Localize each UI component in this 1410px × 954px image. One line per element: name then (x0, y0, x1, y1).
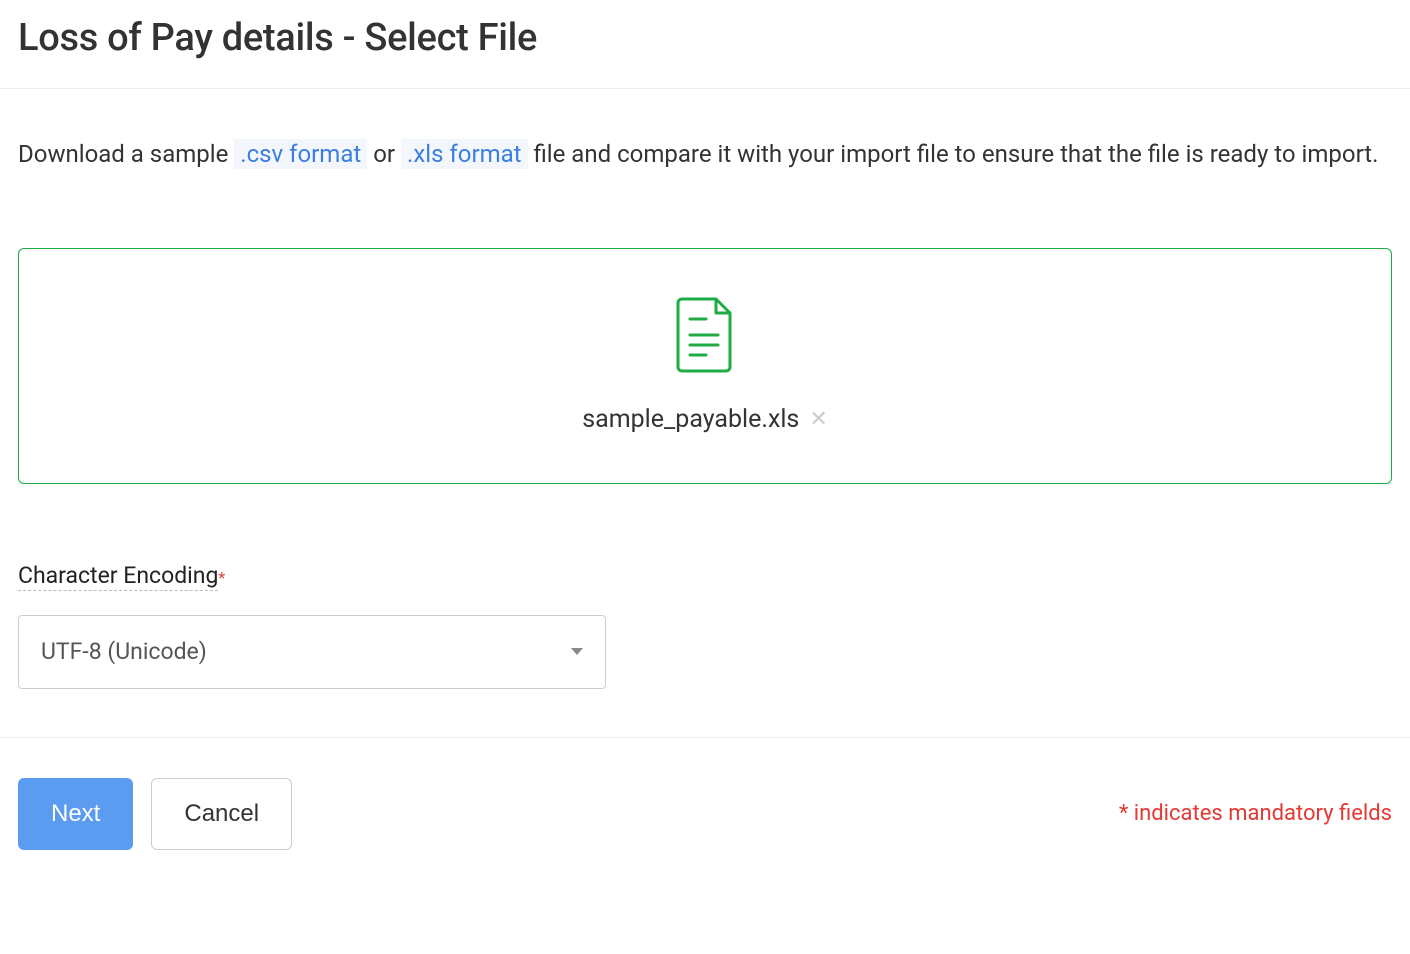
uploaded-file-name: sample_payable.xls (582, 405, 799, 434)
description-mid: or (373, 140, 401, 168)
next-button[interactable]: Next (18, 778, 133, 850)
remove-file-icon[interactable]: ✕ (809, 409, 827, 431)
chevron-down-icon (571, 648, 583, 655)
xls-format-link[interactable]: .xls format (401, 139, 528, 169)
file-icon (676, 297, 734, 377)
button-row: Next Cancel (18, 778, 292, 850)
encoding-label: Character Encoding (18, 562, 218, 591)
encoding-select[interactable]: UTF-8 (Unicode) (18, 615, 606, 689)
encoding-field: Character Encoding* UTF-8 (Unicode) (18, 562, 1392, 689)
footer: Next Cancel * indicates mandatory fields (18, 778, 1392, 850)
csv-format-link[interactable]: .csv format (234, 139, 367, 169)
mandatory-note: * indicates mandatory fields (1119, 801, 1392, 826)
file-dropzone[interactable]: sample_payable.xls ✕ (18, 248, 1392, 484)
uploaded-file-row: sample_payable.xls ✕ (582, 405, 828, 434)
description-post: file and compare it with your import fil… (533, 140, 1378, 168)
description-text: Download a sample .csv format or .xls fo… (18, 131, 1392, 178)
divider-top (0, 88, 1410, 89)
encoding-selected-value: UTF-8 (Unicode) (41, 638, 207, 665)
cancel-button[interactable]: Cancel (151, 778, 292, 850)
required-asterisk: * (218, 568, 225, 587)
description-pre: Download a sample (18, 140, 234, 168)
divider-bottom (0, 737, 1410, 738)
page-title: Loss of Pay details - Select File (18, 16, 1392, 88)
